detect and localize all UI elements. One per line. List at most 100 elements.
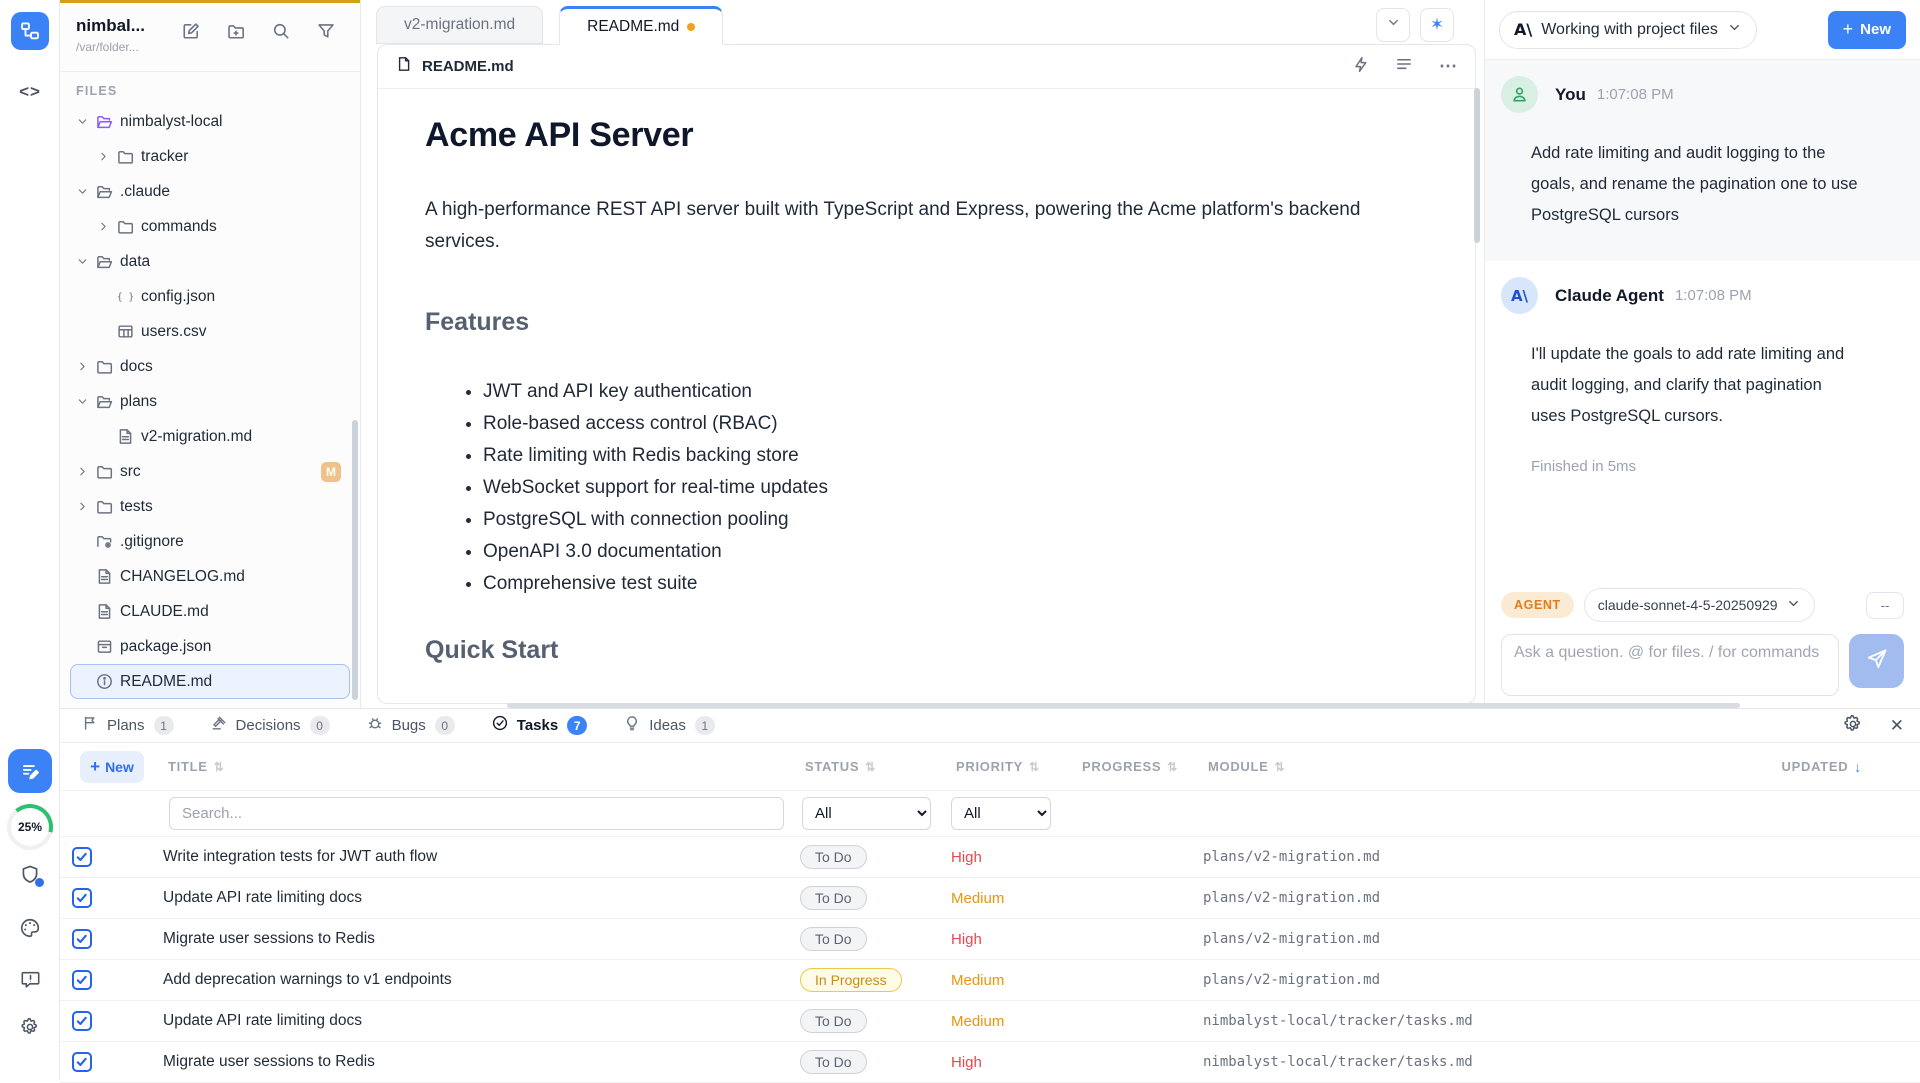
folder-open-icon: [96, 393, 120, 410]
new-folder-icon[interactable]: [227, 22, 245, 45]
check-circle-icon: [492, 715, 508, 736]
message-author: Claude Agent: [1555, 286, 1664, 306]
file-tree-item-src[interactable]: srcM: [70, 454, 350, 489]
model-selector[interactable]: claude-sonnet-4-5-20250929: [1584, 588, 1815, 622]
panel-tab-decisions[interactable]: Decisions0: [211, 715, 330, 736]
file-tree-item-gitignore[interactable]: .gitignore: [70, 524, 350, 559]
panel-settings-gear-icon[interactable]: [1843, 714, 1863, 739]
table-row[interactable]: Add deprecation warnings to v1 endpoints…: [60, 960, 1920, 1001]
agent-badge: AGENT: [1501, 592, 1574, 618]
panel-tab-bugs[interactable]: Bugs0: [367, 715, 455, 736]
column-header-updated[interactable]: UPDATED↓: [1680, 759, 1920, 775]
column-header-priority[interactable]: PRIORITY⇅: [951, 759, 1077, 774]
file-tree-item-claude-md[interactable]: CLAUDE.md: [70, 594, 350, 629]
file-tree-item-package-json[interactable]: package.json: [70, 629, 350, 664]
file-tree-item-config-json[interactable]: { }config.json: [70, 279, 350, 314]
table-row[interactable]: Write integration tests for JWT auth flo…: [60, 837, 1920, 878]
file-label: data: [120, 253, 150, 271]
panel-tab-plans[interactable]: Plans1: [82, 715, 174, 736]
table-row[interactable]: Migrate user sessions to RedisTo DoHighn…: [60, 1042, 1920, 1083]
row-checkbox[interactable]: [72, 970, 92, 990]
file-label: config.json: [141, 288, 215, 306]
chat-input[interactable]: [1501, 634, 1839, 696]
new-task-label: New: [105, 759, 134, 775]
status-filter-select[interactable]: All: [802, 797, 931, 830]
doc-pencil-icon: [19, 760, 41, 782]
editor-scrollbar[interactable]: [1474, 88, 1480, 243]
code-icon[interactable]: <>: [19, 82, 41, 102]
priority-label: Medium: [951, 972, 1077, 989]
task-title: Write integration tests for JWT auth flo…: [163, 848, 800, 866]
new-task-button[interactable]: +New: [80, 751, 144, 783]
tab-label: v2-migration.md: [404, 16, 515, 34]
row-checkbox[interactable]: [72, 1011, 92, 1031]
send-button[interactable]: [1849, 634, 1904, 688]
file-tree-item-tests[interactable]: tests: [70, 489, 350, 524]
file-tree-item-nimbalyst-local[interactable]: nimbalyst-local: [70, 104, 350, 139]
row-checkbox[interactable]: [72, 847, 92, 867]
tab-v2-migration[interactable]: v2-migration.md: [376, 6, 543, 44]
table-icon: [117, 323, 141, 340]
lightning-icon[interactable]: [1352, 56, 1369, 78]
sidebar-scrollbar[interactable]: [352, 420, 358, 700]
file-tree-item-users-csv[interactable]: users.csv: [70, 314, 350, 349]
table-row[interactable]: Update API rate limiting docsTo DoMedium…: [60, 1001, 1920, 1042]
app-logo[interactable]: [11, 12, 49, 50]
row-checkbox[interactable]: [72, 1052, 92, 1072]
file-tree-item-tracker[interactable]: tracker: [70, 139, 350, 174]
priority-filter-select[interactable]: All: [951, 797, 1051, 830]
new-chat-button[interactable]: +New: [1828, 11, 1906, 49]
claude-logo-icon: A\: [1511, 287, 1528, 305]
search-input[interactable]: [169, 797, 784, 830]
filter-icon[interactable]: [317, 22, 335, 45]
tab-readme[interactable]: README.md: [559, 6, 723, 45]
folder-icon: [117, 148, 141, 165]
horizontal-scrollbar[interactable]: [507, 703, 1740, 708]
more-options-icon[interactable]: ⋯: [1439, 56, 1457, 77]
feature-bullet: JWT and API key authentication: [483, 376, 1475, 408]
search-icon[interactable]: [272, 22, 290, 45]
column-header-title[interactable]: TITLE⇅: [163, 759, 800, 774]
file-label: README.md: [120, 673, 212, 691]
file-tree-item-data[interactable]: data: [70, 244, 350, 279]
tab-count-badge: 1: [154, 716, 174, 735]
feedback-icon[interactable]: [20, 969, 41, 990]
ai-sparkle-button[interactable]: ✶: [1420, 8, 1454, 42]
file-tree-item-commands[interactable]: commands: [70, 209, 350, 244]
file-tree-item-docs[interactable]: docs: [70, 349, 350, 384]
app-window: <> 25% nimbal... /var/folder...: [0, 0, 1920, 1080]
edit-icon[interactable]: [182, 22, 200, 45]
file-label: docs: [120, 358, 153, 376]
settings-gear-icon[interactable]: [20, 1017, 40, 1037]
folder-icon: [96, 463, 120, 480]
notes-editor-button[interactable]: [8, 749, 52, 793]
row-checkbox[interactable]: [72, 888, 92, 908]
chat-header: A\ Working with project files +New: [1485, 0, 1920, 60]
table-filter-row: All All: [60, 791, 1920, 837]
session-label: Working with project files: [1541, 21, 1718, 39]
chat-messages: You1:07:08 PMAdd rate limiting and audit…: [1485, 60, 1920, 505]
collapse-button[interactable]: --: [1866, 592, 1904, 619]
file-tree-item-v2-migration-md[interactable]: v2-migration.md: [70, 419, 350, 454]
progress-ring[interactable]: 25%: [7, 804, 53, 850]
panel-tab-ideas[interactable]: Ideas1: [624, 715, 715, 736]
column-header-progress[interactable]: PROGRESS⇅: [1077, 759, 1203, 774]
column-header-module[interactable]: MODULE⇅: [1203, 759, 1680, 774]
palette-icon[interactable]: [19, 917, 41, 939]
chevron-down-icon: [76, 255, 96, 268]
file-tree-item-plans[interactable]: plans: [70, 384, 350, 419]
shield-button[interactable]: [19, 864, 41, 886]
column-header-status[interactable]: STATUS⇅: [800, 759, 951, 774]
session-dropdown[interactable]: A\ Working with project files: [1499, 11, 1757, 49]
panel-close-icon[interactable]: ✕: [1890, 716, 1904, 736]
file-tree-item-readme-md[interactable]: README.md: [70, 664, 350, 699]
row-checkbox[interactable]: [72, 929, 92, 949]
outline-menu-icon[interactable]: [1395, 55, 1413, 78]
panel-tab-tasks[interactable]: Tasks7: [492, 715, 587, 736]
file-tree-item-claude[interactable]: .claude: [70, 174, 350, 209]
tab-list-dropdown-button[interactable]: [1376, 8, 1410, 42]
file-icon: [96, 603, 120, 620]
table-row[interactable]: Migrate user sessions to RedisTo DoHighp…: [60, 919, 1920, 960]
table-row[interactable]: Update API rate limiting docsTo DoMedium…: [60, 878, 1920, 919]
file-tree-item-changelog-md[interactable]: CHANGELOG.md: [70, 559, 350, 594]
